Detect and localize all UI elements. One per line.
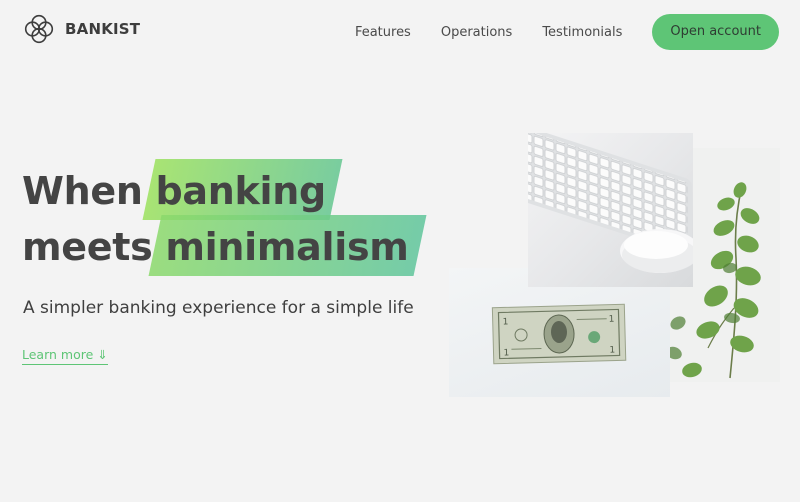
- brand-logo[interactable]: BANKIST: [22, 12, 140, 46]
- hero-highlight-banking: banking: [142, 159, 343, 220]
- hero-title: When banking meets minimalism: [22, 159, 428, 276]
- nav-links: Features Operations Testimonials Open ac…: [355, 14, 779, 50]
- navigation-bar: BANKIST Features Operations Testimonials…: [0, 0, 800, 64]
- hero-image-dollar-bill: 1 1 1 1: [449, 268, 670, 397]
- hero-title-word-banking: banking: [155, 169, 327, 213]
- hero-subtitle: A simpler banking experience for a simpl…: [23, 298, 414, 318]
- hero-highlight-minimalism: minimalism: [148, 215, 428, 276]
- nav-link-testimonials[interactable]: Testimonials: [542, 25, 622, 40]
- nav-link-features[interactable]: Features: [355, 25, 411, 40]
- svg-text:1: 1: [503, 348, 509, 358]
- learn-more-link[interactable]: Learn more ⇓: [22, 347, 108, 365]
- bankist-logo-icon: [24, 14, 54, 44]
- hero-image-keyboard-mouse: [528, 133, 693, 287]
- dollar-bill-icon: 1 1 1 1: [491, 303, 627, 365]
- open-account-button[interactable]: Open account: [652, 14, 779, 50]
- nav-link-operations[interactable]: Operations: [441, 25, 512, 40]
- hero-title-word-when: When: [22, 169, 143, 213]
- brand-name: BANKIST: [65, 20, 141, 38]
- hero-title-word-minimalism: minimalism: [165, 225, 409, 269]
- svg-text:1: 1: [609, 346, 615, 356]
- svg-text:1: 1: [609, 315, 615, 325]
- svg-text:1: 1: [503, 317, 509, 327]
- keyboard-mouse-icon: [528, 133, 693, 273]
- hero-title-word-meets: meets: [22, 225, 153, 269]
